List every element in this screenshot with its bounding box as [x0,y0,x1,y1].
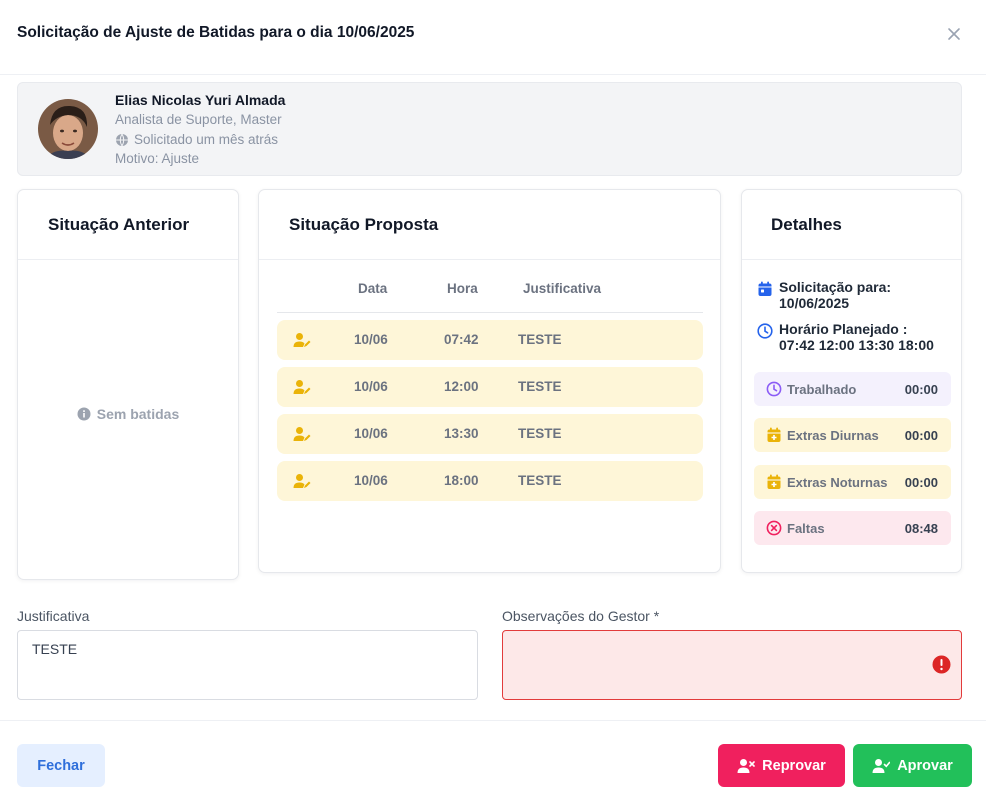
close-icon[interactable] [944,24,964,44]
stat-value: 08:48 [904,520,938,536]
error-icon [932,655,951,674]
footer-divider [0,720,986,721]
divider [259,259,720,260]
cell-date: 10/06 [354,473,388,488]
manager-notes-field[interactable] [502,630,962,700]
user-edit-icon [293,427,311,441]
calendar-icon [758,281,772,296]
request-for: Solicitação para: 10/06/2025 [757,279,891,311]
column-header-justification: Justificativa [523,281,602,296]
employee-card: Elias Nicolas Yuri Almada Analista de Su… [17,82,962,176]
employee-requested: Solicitado um mês atrás [115,132,278,147]
previous-situation-title: Situação Anterior [48,215,190,234]
approve-button-label: Aprovar [897,757,953,774]
request-for-label: Solicitação para: [779,279,892,295]
info-icon [77,407,91,421]
table-row: 10/06 12:00 TESTE [277,367,703,407]
clock-icon [757,323,773,339]
cell-justification: TESTE [518,379,562,394]
empty-state: Sem batidas [18,406,238,422]
close-button-label: Fechar [37,757,85,774]
employee-reason: Motivo: Ajuste [115,151,200,166]
table-row: 10/06 13:30 TESTE [277,414,703,454]
calendar-plus-icon [767,474,781,489]
column-header-date: Data [358,281,388,296]
cell-date: 10/06 [354,332,388,347]
close-button[interactable]: Fechar [17,744,105,787]
stat-label: Faltas [787,520,825,536]
empty-text: Sem batidas [96,406,180,422]
divider [742,259,961,260]
stat-day-extras: Extras Diurnas 00:00 [754,418,951,452]
employee-role: Analista de Suporte, Master [115,112,282,127]
cell-time: 13:30 [444,426,479,441]
cell-date: 10/06 [354,379,388,394]
user-edit-icon [293,333,311,347]
cell-date: 10/06 [354,426,388,441]
avatar [38,99,98,159]
column-header-time: Hora [447,281,478,296]
cell-justification: TESTE [518,426,562,441]
cell-time: 07:42 [444,332,479,347]
table-header-divider [277,312,703,313]
stat-value: 00:00 [904,427,938,443]
table-row: 10/06 18:00 TESTE [277,461,703,501]
user-check-icon [872,758,891,773]
stat-night-extras: Extras Noturnas 00:00 [754,465,951,499]
modal-header: Solicitação de Ajuste de Batidas para o … [0,0,986,75]
clock-icon [766,381,782,397]
planned-schedule: Horário Planejado : 07:42 12:00 13:30 18… [757,321,934,353]
cell-justification: TESTE [518,473,562,488]
x-circle-icon [766,520,782,536]
proposed-situation-title: Situação Proposta [289,215,439,234]
stat-absences: Faltas 08:48 [754,511,951,545]
cell-time: 18:00 [444,473,479,488]
justification-label: Justificativa [17,608,90,624]
proposed-situation-panel: Situação Proposta Data Hora Justificativ… [258,189,721,573]
reject-button-label: Reprovar [762,757,826,774]
user-edit-icon [293,474,311,488]
details-title: Detalhes [771,215,842,234]
previous-situation-panel: Situação Anterior Sem batidas [17,189,239,580]
approve-button[interactable]: Aprovar [853,744,972,787]
globe-icon [116,133,128,146]
reject-button[interactable]: Reprovar [718,744,845,787]
manager-notes-label: Observações do Gestor * [502,608,660,624]
stat-label: Extras Diurnas [787,427,879,443]
stat-label: Extras Noturnas [787,474,888,490]
requested-text: Solicitado um mês atrás [134,132,279,147]
planned-label: Horário Planejado : [779,321,908,337]
user-x-icon [737,758,755,773]
planned-value: 07:42 12:00 13:30 18:00 [779,337,934,353]
justification-field[interactable]: TESTE [17,630,478,700]
cell-time: 12:00 [444,379,479,394]
request-for-value: 10/06/2025 [779,295,850,311]
employee-name: Elias Nicolas Yuri Almada [115,92,286,108]
stat-label: Trabalhado [787,381,857,397]
divider [18,259,238,260]
cell-justification: TESTE [518,332,562,347]
table-row: 10/06 07:42 TESTE [277,320,703,360]
calendar-plus-icon [767,427,781,442]
details-panel: Detalhes Solicitação para: 10/06/2025 Ho… [741,189,962,573]
user-edit-icon [293,380,311,394]
stat-value: 00:00 [904,474,938,490]
stat-value: 00:00 [904,381,938,397]
stat-worked: Trabalhado 00:00 [754,372,951,406]
modal-title: Solicitação de Ajuste de Batidas para o … [17,24,415,41]
